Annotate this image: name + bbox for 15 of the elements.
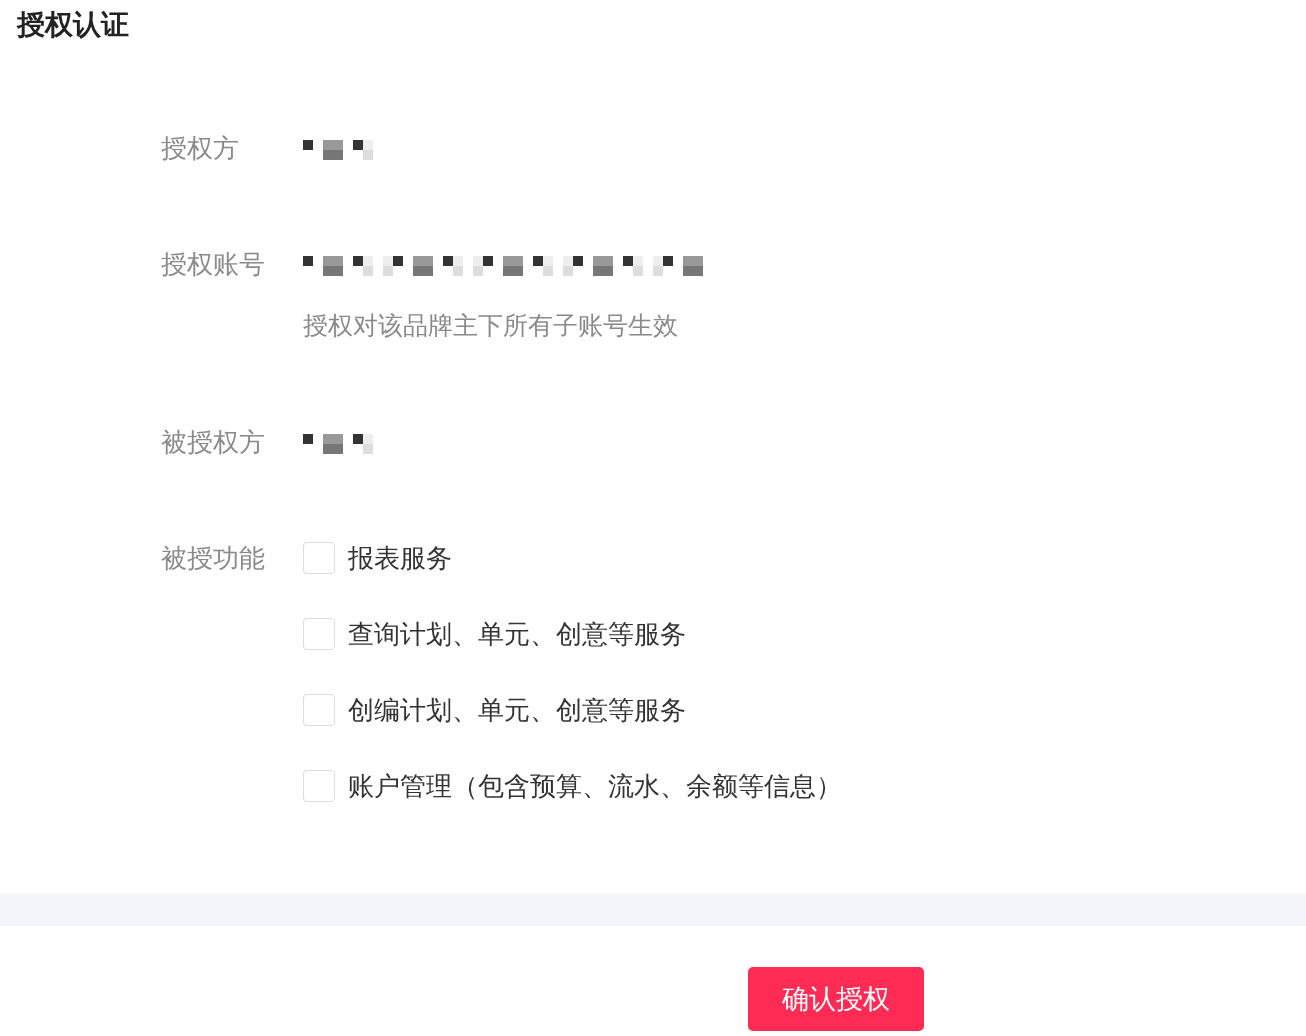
checkbox[interactable] (303, 542, 335, 574)
field-label: 授权账号 (161, 248, 266, 281)
checkbox[interactable] (303, 618, 335, 650)
confirm-button[interactable]: 确认授权 (748, 967, 924, 1031)
field-label: 授权方 (161, 132, 240, 165)
page-title: 授权认证 (15, 7, 130, 43)
field-label: 被授权方 (161, 426, 266, 459)
feature-option[interactable]: 创编计划、单元、创意等服务 (303, 690, 842, 730)
checkbox[interactable] (303, 770, 335, 802)
field-label: 被授功能 (161, 542, 266, 575)
feature-option[interactable]: 账户管理（包含预算、流水、余额等信息） (303, 766, 842, 806)
hint-text: 授权对该品牌主下所有子账号生效 (303, 310, 679, 342)
feature-option[interactable]: 查询计划、单元、创意等服务 (303, 614, 842, 654)
feature-option[interactable]: 报表服务 (303, 538, 842, 578)
checkbox[interactable] (303, 694, 335, 726)
